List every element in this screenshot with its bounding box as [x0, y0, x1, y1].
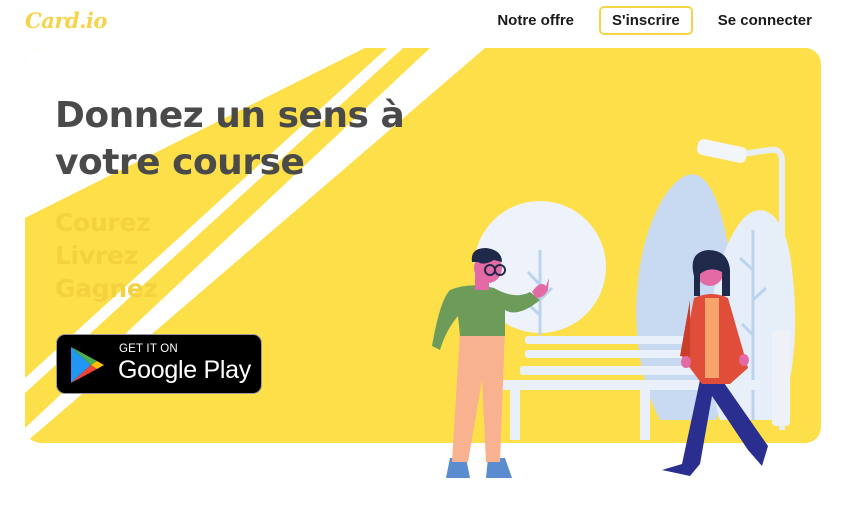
badge-small-text: GET IT ON: [119, 343, 178, 355]
hero-banner: Donnez un sens à votre course Courez Liv…: [25, 48, 821, 443]
google-play-icon: [71, 347, 104, 383]
headline-line-1: Donnez un sens à: [55, 95, 405, 136]
google-play-badge[interactable]: GET IT ON Google Play: [56, 334, 262, 394]
top-nav: Notre offre S'inscrire Se connecter: [472, 6, 812, 35]
brand-logo[interactable]: Card.io: [25, 8, 107, 33]
signup-button[interactable]: S'inscrire: [599, 6, 693, 35]
verb-list: Courez Livrez Gagnez: [55, 206, 158, 305]
login-link[interactable]: Se connecter: [718, 12, 812, 29]
verb-courez: Courez: [55, 208, 151, 237]
headline-line-2: votre course: [55, 142, 305, 183]
nav-offer-link[interactable]: Notre offre: [497, 12, 574, 29]
verb-gagnez: Gagnez: [55, 274, 158, 303]
verb-livrez: Livrez: [55, 241, 138, 270]
badge-big-text: Google Play: [118, 356, 251, 384]
hero-headline: Donnez un sens à votre course: [55, 92, 415, 186]
